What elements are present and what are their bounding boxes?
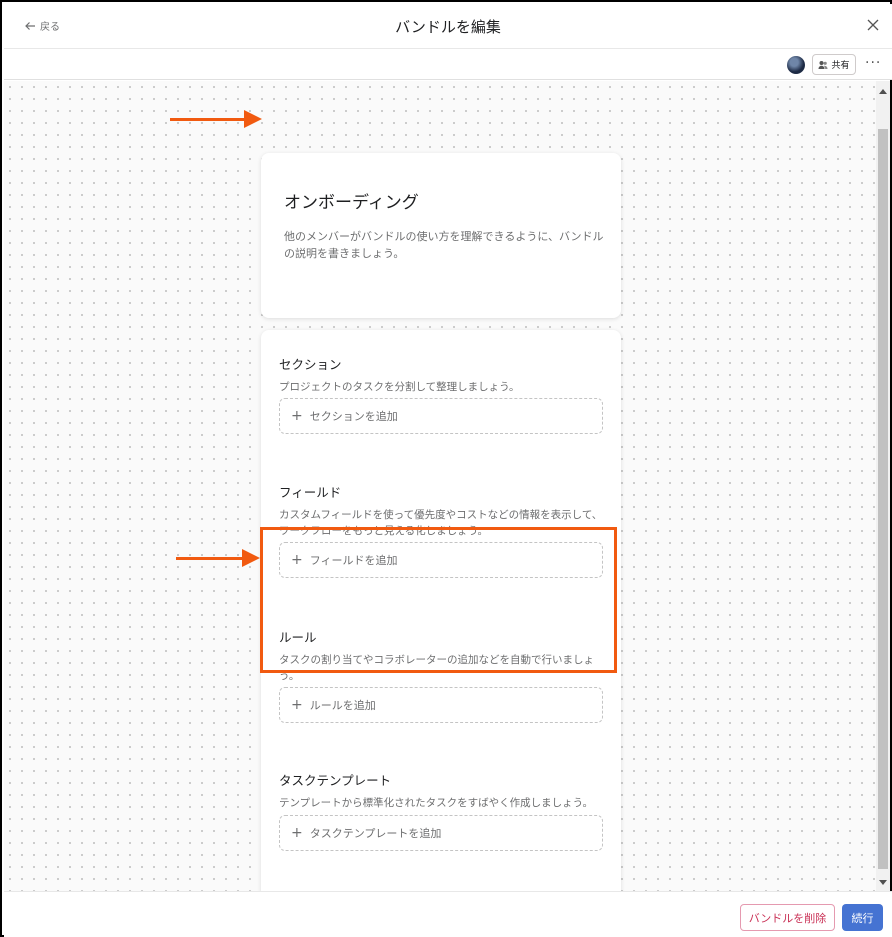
scroll-down-arrow-icon[interactable]	[879, 880, 887, 885]
section-title: タスクテンプレート	[279, 773, 392, 788]
annotation-arrow-icon	[176, 549, 260, 567]
more-options-button[interactable]: ···	[865, 55, 881, 71]
section-sections: セクション プロジェクトのタスクを分割して整理しましょう。	[279, 354, 604, 395]
section-task-templates: タスクテンプレート テンプレートから標準化されたタスクをすばやく作成しましょう。	[279, 770, 604, 811]
continue-button[interactable]: 続行	[842, 904, 883, 931]
share-button[interactable]: 共有	[812, 54, 856, 75]
plus-icon: +	[291, 825, 303, 841]
plus-icon: +	[291, 408, 303, 424]
dialog-title: バンドルを編集	[395, 18, 501, 36]
scrollbar-thumb[interactable]	[878, 129, 888, 869]
vertical-scrollbar[interactable]	[876, 81, 890, 891]
dialog-footer: バンドルを削除 続行	[4, 891, 892, 937]
add-task-template-button[interactable]: + タスクテンプレートを追加	[279, 815, 603, 851]
bundle-info-card: オンボーディング 他のメンバーがバンドルの使い方を理解できるように、バンドルの説…	[261, 153, 621, 318]
section-title: フィールド	[279, 485, 342, 500]
add-rule-label: ルールを追加	[309, 699, 376, 712]
section-title: セクション	[279, 357, 342, 372]
annotation-arrow-icon	[170, 110, 262, 128]
rules-highlight-box	[260, 527, 617, 673]
delete-bundle-button[interactable]: バンドルを削除	[740, 904, 835, 931]
canvas: オンボーディング 他のメンバーがバンドルの使い方を理解できるように、バンドルの説…	[4, 81, 876, 937]
dialog-frame: 戻る バンドルを編集 共有 ··· オンボーディング 他のメンバーがバンドルの使…	[0, 0, 892, 937]
bundle-name[interactable]: オンボーディング	[284, 188, 419, 213]
add-section-label: セクションを追加	[309, 410, 398, 423]
add-rule-button[interactable]: + ルールを追加	[279, 687, 603, 723]
avatar[interactable]	[787, 56, 805, 74]
dialog-header: 戻る バンドルを編集	[4, 4, 892, 49]
section-description: テンプレートから標準化されたタスクをすばやく作成しましょう。	[279, 797, 594, 809]
section-description: プロジェクトのタスクを分割して整理しましょう。	[279, 381, 520, 393]
close-icon[interactable]	[866, 18, 880, 32]
people-icon	[818, 60, 828, 69]
add-task-template-label: タスクテンプレートを追加	[309, 827, 442, 840]
toolbar: 共有 ···	[4, 49, 892, 80]
scroll-up-arrow-icon[interactable]	[879, 89, 887, 94]
share-label: 共有	[831, 61, 850, 71]
bundle-description[interactable]: 他のメンバーがバンドルの使い方を理解できるように、バンドルの説明を書きましょう。	[284, 228, 604, 262]
add-section-button[interactable]: + セクションを追加	[279, 398, 603, 434]
plus-icon: +	[291, 697, 303, 713]
